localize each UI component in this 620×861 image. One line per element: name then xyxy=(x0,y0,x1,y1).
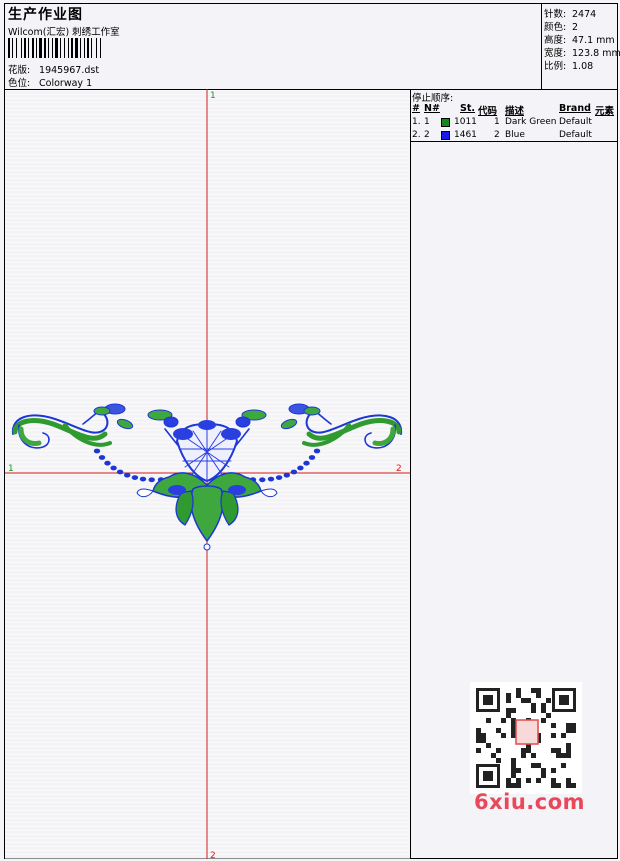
stop-sequence-table: 停止顺序: # N# St. 代码 描述 Brand 元素 1. 1 1011 … xyxy=(410,89,617,142)
bead xyxy=(290,469,298,475)
colorway: Colorway 1 xyxy=(39,78,93,89)
row1-code: 1 xyxy=(494,117,500,127)
axis-label-right: 2 xyxy=(396,464,402,474)
bead xyxy=(303,460,310,466)
bead xyxy=(275,475,283,480)
design-canvas: 1 2 1 2 xyxy=(5,89,411,859)
row2-description: Blue xyxy=(505,130,525,140)
row2-color-swatch xyxy=(441,131,450,140)
seal-stamp xyxy=(515,719,539,745)
col-n: N# xyxy=(424,103,440,114)
center-flower xyxy=(136,420,278,551)
bead xyxy=(131,475,139,480)
row2-stitches: 1461 xyxy=(454,130,477,140)
col-description: 描述 xyxy=(505,106,525,117)
watermark-text: 6xiu.com xyxy=(474,790,586,814)
colorway-label: 色位: xyxy=(8,78,31,89)
row1-color-swatch xyxy=(441,118,450,127)
stat-scale: 比例: 1.08 xyxy=(544,61,594,72)
row2-n: 2 xyxy=(424,130,430,140)
bead xyxy=(308,455,316,460)
row2-num: 2. xyxy=(412,130,421,140)
bead xyxy=(139,476,147,482)
embroidery-preview: 1 2 1 2 xyxy=(5,89,410,859)
bead xyxy=(124,472,131,478)
bead xyxy=(93,448,101,454)
stats-panel: 针数: 2474 颜色: 2 高度: 47.1 mm 宽度: 123.8 mm 比例: 1… xyxy=(541,4,620,89)
bead xyxy=(267,476,275,482)
bead xyxy=(283,472,290,478)
stat-stitches: 针数: 2474 xyxy=(544,9,597,20)
stat-height: 高度: 47.1 mm xyxy=(544,35,615,46)
row2-code: 2 xyxy=(494,130,500,140)
page-title: 生产作业图 xyxy=(8,7,83,23)
barcode xyxy=(8,38,101,58)
row1-stitches: 1011 xyxy=(454,117,477,127)
design-label: 花版: xyxy=(8,65,31,76)
colorway-row: 色位: Colorway 1 xyxy=(8,75,92,89)
bead xyxy=(98,455,106,460)
axis-label-top: 1 xyxy=(210,91,216,101)
bead xyxy=(148,477,155,483)
stop-sequence-title: 停止顺序: xyxy=(412,93,454,104)
col-brand: Brand xyxy=(559,103,591,114)
bead xyxy=(297,465,304,471)
row2-brand: Default xyxy=(559,130,592,140)
col-element: 元素 xyxy=(595,106,615,117)
col-stitches: St. xyxy=(460,103,475,114)
stat-width: 宽度: 123.8 mm xyxy=(544,48,620,59)
bead xyxy=(116,469,124,475)
axis-label-bottom: 2 xyxy=(210,851,216,859)
row1-n: 1 xyxy=(424,117,430,127)
row1-num: 1. xyxy=(412,117,421,127)
bead xyxy=(313,448,321,454)
bead xyxy=(104,460,111,466)
design-file-row: 花版: 1945967.dst xyxy=(8,62,99,76)
qr-code xyxy=(470,682,582,794)
axis-label-left: 1 xyxy=(8,464,14,474)
col-hash: # xyxy=(412,103,420,114)
right-scroll xyxy=(230,403,403,452)
company-name: Wilcom(汇宏) 刺绣工作室 xyxy=(8,27,120,38)
bead xyxy=(259,477,266,483)
stat-colors: 颜色: 2 xyxy=(544,22,579,33)
row1-brand: Default xyxy=(559,117,592,127)
col-code: 代码 xyxy=(478,106,498,117)
header: 生产作业图 Wilcom(汇宏) 刺绣工作室 花版: 1945967.dst 色… xyxy=(5,4,620,90)
row1-description: Dark Green xyxy=(505,117,557,127)
bead xyxy=(110,465,117,471)
